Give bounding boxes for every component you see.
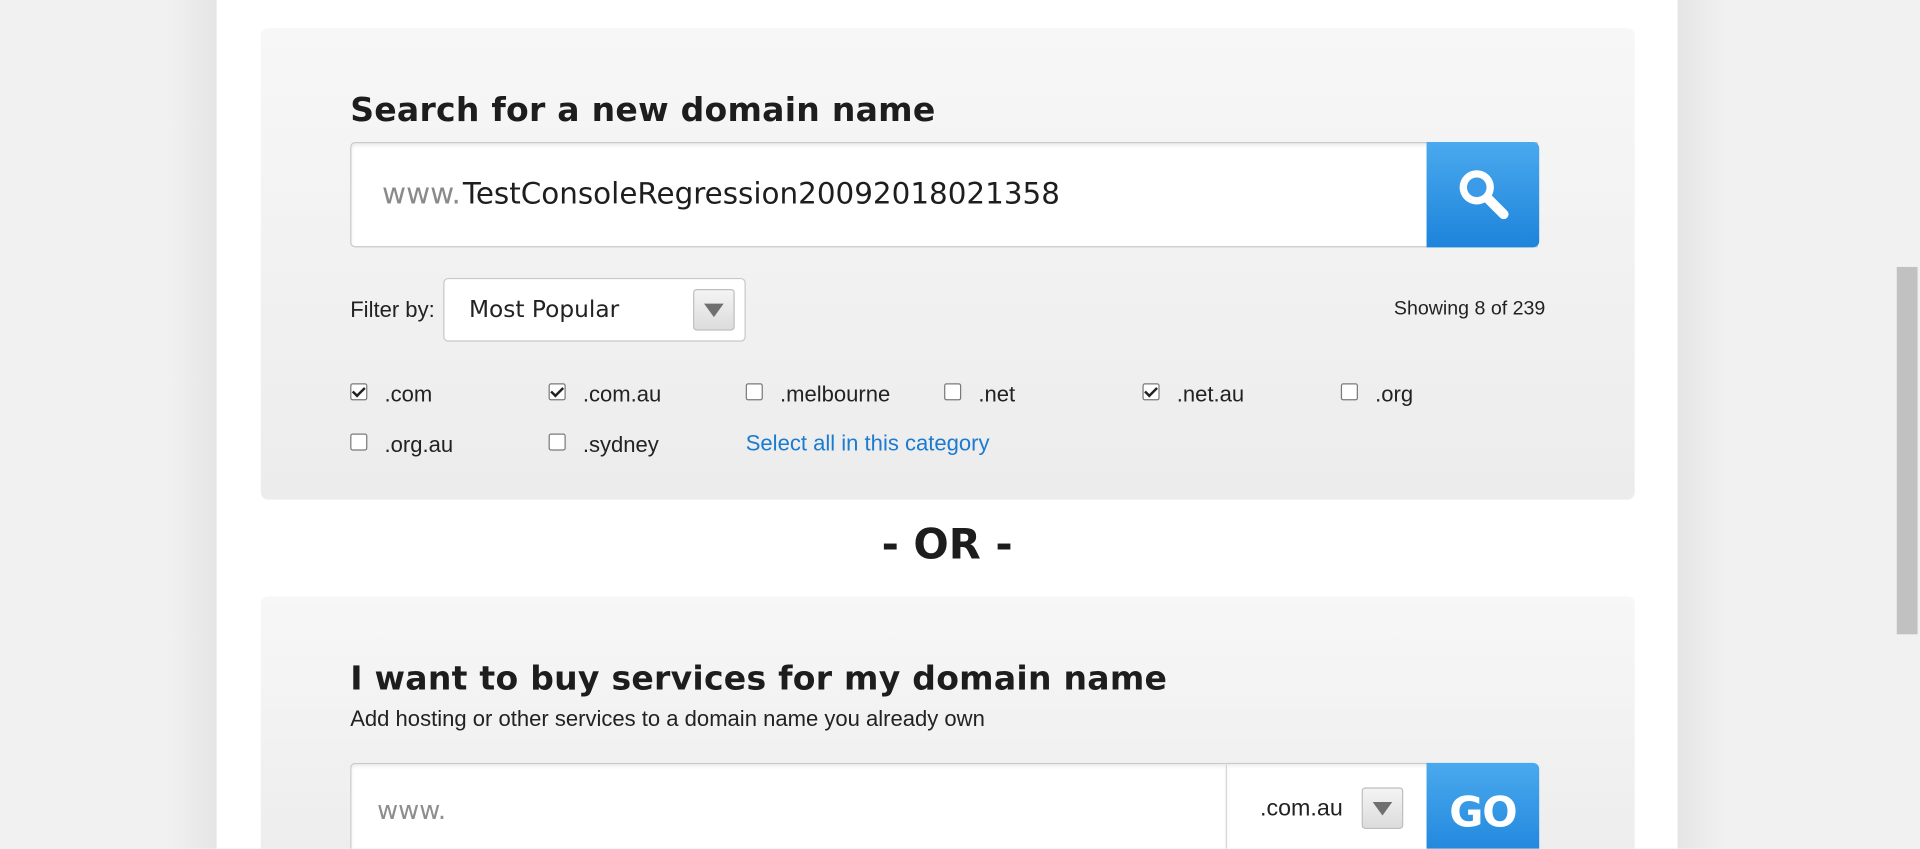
domain-search-panel: Search for a new domain name www. TestCo… (260, 28, 1635, 500)
domain-search-value: TestConsoleRegression20092018021358 (462, 176, 1060, 211)
tld-label: .sydney (582, 432, 659, 457)
or-divider: - OR - (881, 520, 1013, 570)
filter-dropdown-value: Most Popular (468, 296, 620, 324)
page-shadow (1677, 0, 1727, 849)
services-panel-subtitle: Add hosting or other services to a domai… (350, 706, 985, 732)
tld-label: .org.au (384, 432, 454, 457)
search-panel-title: Search for a new domain name (350, 91, 936, 130)
tld-checkbox[interactable] (350, 433, 368, 451)
filter-label: Filter by: (350, 297, 435, 323)
domain-search-input[interactable]: www. TestConsoleRegression20092018021358 (350, 142, 1538, 248)
tld-label: .com (384, 382, 433, 407)
page-content: Search for a new domain name www. TestCo… (216, 0, 1678, 849)
tld-dropdown[interactable]: .com.au (1225, 762, 1428, 849)
go-button[interactable]: GO (1426, 762, 1540, 849)
domain-services-panel: I want to buy services for my domain nam… (260, 596, 1635, 849)
search-button[interactable] (1426, 142, 1540, 248)
filter-dropdown[interactable]: Most Popular (443, 277, 746, 342)
existing-domain-placeholder: www. (377, 795, 447, 826)
tld-checkbox[interactable] (548, 433, 566, 451)
www-prefix: www. (382, 176, 461, 211)
tld-label: .net (978, 382, 1016, 407)
tld-checkbox[interactable] (1142, 383, 1160, 401)
browser-viewport: Search for a new domain name www. TestCo… (0, 0, 1920, 849)
tld-checkbox[interactable] (350, 383, 368, 401)
tld-label: .org (1375, 382, 1414, 407)
tld-checkbox[interactable] (944, 383, 962, 401)
select-all-link[interactable]: Select all in this category (746, 431, 990, 457)
chevron-down-icon (1361, 787, 1404, 829)
tld-dropdown-value: .com.au (1260, 795, 1343, 822)
tld-label: .net.au (1176, 382, 1245, 407)
tld-checkbox[interactable] (548, 383, 566, 401)
tld-checkbox[interactable] (1340, 383, 1358, 401)
existing-domain-input[interactable]: www. (350, 762, 1227, 849)
tld-checkbox[interactable] (745, 383, 763, 401)
search-icon (1459, 170, 1509, 220)
results-count: Showing 8 of 239 (1393, 298, 1546, 320)
chevron-down-icon (693, 288, 735, 331)
tld-label: .com.au (582, 382, 662, 407)
services-panel-title: I want to buy services for my domain nam… (350, 660, 1168, 698)
page-shadow (167, 0, 217, 849)
tld-label: .melbourne (780, 382, 891, 407)
scrollbar-thumb[interactable] (1896, 266, 1918, 635)
